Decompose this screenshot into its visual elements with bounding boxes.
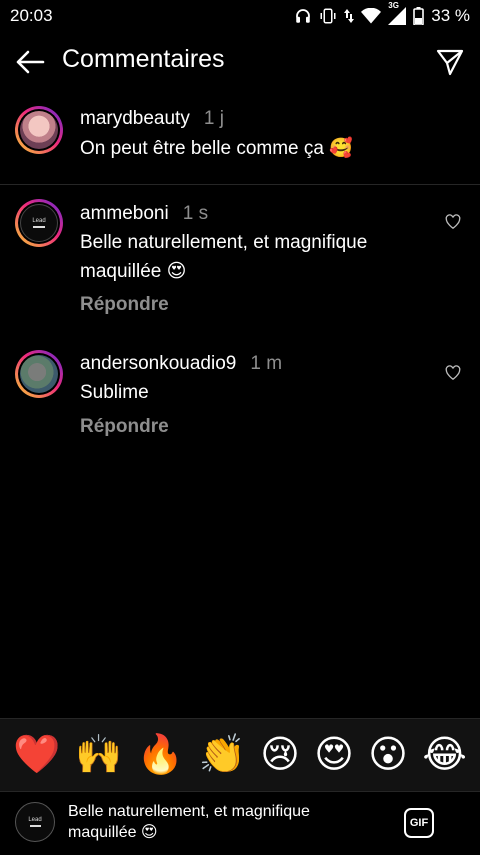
caption-username-row: marydbeauty 1 j — [80, 108, 224, 130]
signal-icon: 3G — [388, 1, 407, 25]
emoji-quick-bar: ❤️ 🙌 🔥 👏 😢 😍 😮 😂 — [0, 718, 480, 791]
caption-time: 1 j — [203, 108, 224, 129]
comment-time: 1 m — [250, 353, 283, 374]
heart-icon — [445, 364, 461, 380]
reply-button[interactable]: Répondre — [80, 416, 169, 438]
wifi-icon — [361, 8, 382, 24]
avatar-label: Lead — [28, 817, 42, 823]
heart-icon — [445, 213, 461, 229]
page-title: Commentaires — [62, 45, 225, 73]
header: Commentaires — [0, 36, 480, 86]
comment-username-row: andersonkouadio9 1 m — [80, 353, 282, 375]
comment-time: 1 s — [182, 203, 209, 224]
avatar[interactable]: Lead — [15, 199, 63, 247]
like-button[interactable] — [444, 363, 462, 381]
caption-text: On peut être belle comme ça 🥰 — [80, 138, 353, 159]
arrow-left-icon — [16, 50, 45, 74]
network-type-label: 3G — [388, 1, 399, 10]
gif-button[interactable]: GIF — [404, 808, 434, 838]
emoji-raising-hands[interactable]: 🙌 — [75, 736, 122, 774]
like-button[interactable] — [444, 212, 462, 230]
post-caption: marydbeauty 1 j On peut être belle comme … — [0, 96, 480, 185]
status-time: 20:03 — [10, 6, 53, 25]
comment-item: andersonkouadio9 1 m Sublime Répondre — [0, 334, 480, 454]
status-bar: 20:03 3G 33 % — [0, 0, 480, 32]
comment-composer: Lead Belle naturellement, et magnifique … — [0, 791, 480, 855]
comment-text: Sublime — [80, 382, 149, 403]
emoji-heart-eyes[interactable]: 😍 — [314, 736, 354, 774]
emoji-fire[interactable]: 🔥 — [137, 736, 184, 774]
comment-username[interactable]: andersonkouadio9 — [80, 353, 236, 374]
battery-icon — [413, 7, 425, 25]
back-button[interactable] — [14, 46, 46, 78]
emoji-tears-of-joy[interactable]: 😂 — [422, 736, 466, 774]
emoji-crying-face[interactable]: 😢 — [260, 736, 300, 774]
battery-percent: 33 % — [431, 6, 470, 25]
emoji-clapping-hands[interactable]: 👏 — [198, 736, 245, 774]
comment-username[interactable]: ammeboni — [80, 203, 169, 224]
vibrate-icon — [319, 7, 337, 25]
share-button[interactable] — [434, 46, 466, 78]
comment-input[interactable]: Belle naturellement, et magnifique maqui… — [68, 801, 368, 843]
emoji-red-heart[interactable]: ❤️ — [13, 736, 60, 774]
reply-button[interactable]: Répondre — [80, 294, 169, 316]
status-icons: 3G 33 % — [294, 1, 470, 26]
avatar[interactable] — [15, 106, 63, 154]
emoji-surprised-face[interactable]: 😮 — [368, 736, 408, 774]
avatar[interactable] — [15, 350, 63, 398]
comment-item: Lead ammeboni 1 s Belle naturellement, et… — [0, 184, 480, 334]
headphones-icon — [294, 7, 312, 25]
avatar: Lead — [15, 802, 55, 842]
paper-plane-icon — [436, 49, 464, 76]
comment-username-row: ammeboni 1 s — [80, 203, 208, 225]
avatar-label: Lead — [32, 218, 46, 224]
caption-username[interactable]: marydbeauty — [80, 108, 190, 129]
comment-text: Belle naturellement, et magnifique maqui… — [80, 232, 368, 282]
data-arrows-icon — [344, 7, 355, 25]
